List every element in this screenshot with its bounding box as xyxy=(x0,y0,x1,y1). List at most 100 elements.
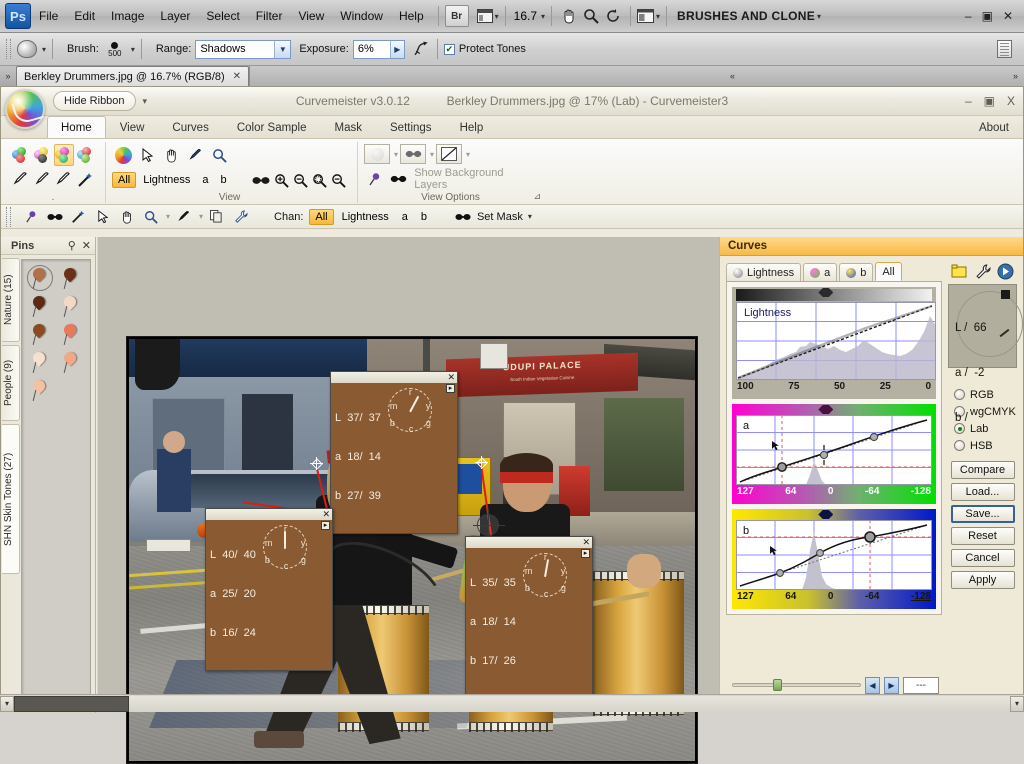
pin-swatch[interactable] xyxy=(56,265,87,294)
a-control-point[interactable] xyxy=(869,432,879,442)
channel-a-button[interactable]: a xyxy=(197,173,213,187)
b-control-point[interactable] xyxy=(776,569,784,577)
collapse-right-icon[interactable]: » xyxy=(1013,71,1018,81)
close-icon[interactable]: ✕ xyxy=(82,239,91,252)
layer-preview-button[interactable] xyxy=(364,144,390,164)
sample-menu-button[interactable]: ▸ xyxy=(581,549,590,558)
show-mask-button[interactable] xyxy=(388,168,410,190)
tab-view[interactable]: View xyxy=(106,116,159,138)
pin-swatch[interactable] xyxy=(25,349,56,378)
curves-tab-b[interactable]: b xyxy=(839,263,874,281)
chevron-down-icon[interactable]: ▾ xyxy=(394,150,398,159)
pin-swatch[interactable] xyxy=(25,293,56,322)
b-graph[interactable]: b 127 64 0 -64 -128 xyxy=(732,509,936,609)
pins-tab-nature[interactable]: Nature (15) xyxy=(2,258,20,342)
a-control-point[interactable] xyxy=(777,462,787,472)
zoom-button[interactable] xyxy=(208,144,230,166)
cm-restore-button[interactable]: ▣ xyxy=(984,94,995,108)
zoom-tool-icon[interactable] xyxy=(580,6,602,26)
step-value-field[interactable]: --- xyxy=(903,676,939,694)
toggle-panels-icon[interactable] xyxy=(997,40,1012,58)
dialog-launcher-icon[interactable]: ⊿ xyxy=(533,191,541,202)
settings-wrench-button[interactable] xyxy=(230,207,251,227)
channel-lightness-button[interactable]: Lightness xyxy=(138,173,195,187)
screen-mode-button[interactable]: ▾ xyxy=(476,8,499,24)
chevron-down-icon[interactable]: ▾ xyxy=(528,212,532,221)
channel-b-button[interactable]: b xyxy=(215,173,231,187)
chevron-down-icon[interactable]: ▾ xyxy=(166,212,170,221)
zoom-level-value[interactable]: 16.7 xyxy=(512,9,539,23)
a-handle[interactable] xyxy=(818,405,834,414)
eyedropper-button[interactable] xyxy=(184,144,206,166)
brush-preview[interactable]: 500 xyxy=(103,41,127,58)
chan-all-button[interactable]: All xyxy=(309,208,334,225)
tab-help[interactable]: Help xyxy=(446,116,498,138)
b-control-point[interactable] xyxy=(816,549,824,557)
sample-box-titlebar[interactable]: ✕ xyxy=(206,509,332,520)
eyedropper-3-button[interactable] xyxy=(54,168,74,190)
zoom-button[interactable] xyxy=(140,207,161,227)
pin-panel-icon[interactable]: ⚲ xyxy=(68,239,76,252)
a-control-point[interactable] xyxy=(819,450,829,460)
pin-tool-button[interactable] xyxy=(20,207,41,227)
lightness-handle[interactable] xyxy=(818,288,834,297)
menu-filter[interactable]: Filter xyxy=(248,5,291,27)
next-button[interactable]: ▶ xyxy=(884,676,899,694)
channel-all-button[interactable]: All xyxy=(112,172,137,188)
set-mask-label[interactable]: Set Mask xyxy=(477,211,523,223)
workspace-name[interactable]: BRUSHES AND CLONE xyxy=(677,9,815,23)
previous-button[interactable]: ◀ xyxy=(865,676,880,694)
settings-wrench-button[interactable] xyxy=(973,263,992,280)
sample-box-titlebar[interactable]: ✕ xyxy=(466,537,592,548)
tab-curves[interactable]: Curves xyxy=(158,116,222,138)
set-mask-icon-button[interactable] xyxy=(453,207,474,227)
menu-view[interactable]: View xyxy=(290,5,332,27)
close-icon[interactable]: ✕ xyxy=(582,537,590,548)
b-control-point[interactable] xyxy=(864,531,876,543)
load-button[interactable]: Load... xyxy=(950,483,1015,501)
eyedropper-2-button[interactable] xyxy=(33,168,53,190)
image-canvas-area[interactable]: UDUPI PALACE South Indian Vegetarian Cui… xyxy=(97,237,719,764)
zoom-out-button[interactable] xyxy=(292,169,309,191)
pin-color-hsb-button[interactable] xyxy=(76,144,96,166)
curve-display-button[interactable] xyxy=(436,144,463,164)
zoom-100-button[interactable] xyxy=(330,169,347,191)
chan-a-button[interactable]: a xyxy=(397,210,413,224)
ps-minimize-button[interactable]: – xyxy=(960,9,977,23)
toolbar-grip[interactable] xyxy=(6,206,11,227)
curvemeister-logo-icon[interactable] xyxy=(5,89,45,129)
zoom-fit-button[interactable] xyxy=(311,169,328,191)
chan-lightness-button[interactable]: Lightness xyxy=(337,210,394,224)
burn-tool-icon[interactable] xyxy=(17,40,37,58)
sample-box-titlebar[interactable]: ✕ xyxy=(331,372,457,383)
magic-wand-button[interactable] xyxy=(76,168,96,190)
menu-window[interactable]: Window xyxy=(332,5,391,27)
rotate-view-tool-icon[interactable] xyxy=(602,6,624,26)
pin-marker-button[interactable] xyxy=(364,168,386,190)
new-sample-button[interactable] xyxy=(950,263,969,280)
pins-swatch-well[interactable] xyxy=(21,259,91,695)
zoom-in-button[interactable] xyxy=(273,169,290,191)
pin-swatch[interactable] xyxy=(25,321,56,350)
chevron-down-icon[interactable]: ▾ xyxy=(430,150,434,159)
protect-tones-checkbox[interactable]: ✔ xyxy=(443,43,455,55)
menu-edit[interactable]: Edit xyxy=(66,5,103,27)
close-icon[interactable]: ✕ xyxy=(447,372,455,383)
hand-tool-icon[interactable] xyxy=(558,6,580,26)
b-plot[interactable]: b xyxy=(736,520,932,590)
a-graph[interactable]: a 127 64 0 -64 -128 xyxy=(732,404,936,504)
tab-color-sample[interactable]: Color Sample xyxy=(223,116,321,138)
ps-restore-button[interactable]: ▣ xyxy=(977,9,998,23)
sample-box-3[interactable]: ✕ L 35/ 35 a 18/ 14 b 17/ 26 r y g c b m xyxy=(465,536,593,699)
about-link[interactable]: About xyxy=(979,122,1009,134)
chevron-down-icon[interactable]: ▾ xyxy=(199,212,203,221)
menu-image[interactable]: Image xyxy=(103,5,152,27)
chevron-down-icon[interactable]: ▾ xyxy=(131,45,135,54)
sample-crosshair[interactable] xyxy=(310,457,323,470)
sample-box-1[interactable]: ✕ L 37/ 37 a 18/ 14 b 27/ 39 r y g c b m xyxy=(330,371,458,534)
tab-mask[interactable]: Mask xyxy=(321,116,376,138)
b-handle[interactable] xyxy=(818,510,834,519)
bridge-button[interactable]: Br xyxy=(444,5,469,27)
menu-file[interactable]: File xyxy=(31,5,66,27)
cm-close-button[interactable]: X xyxy=(1007,94,1015,108)
